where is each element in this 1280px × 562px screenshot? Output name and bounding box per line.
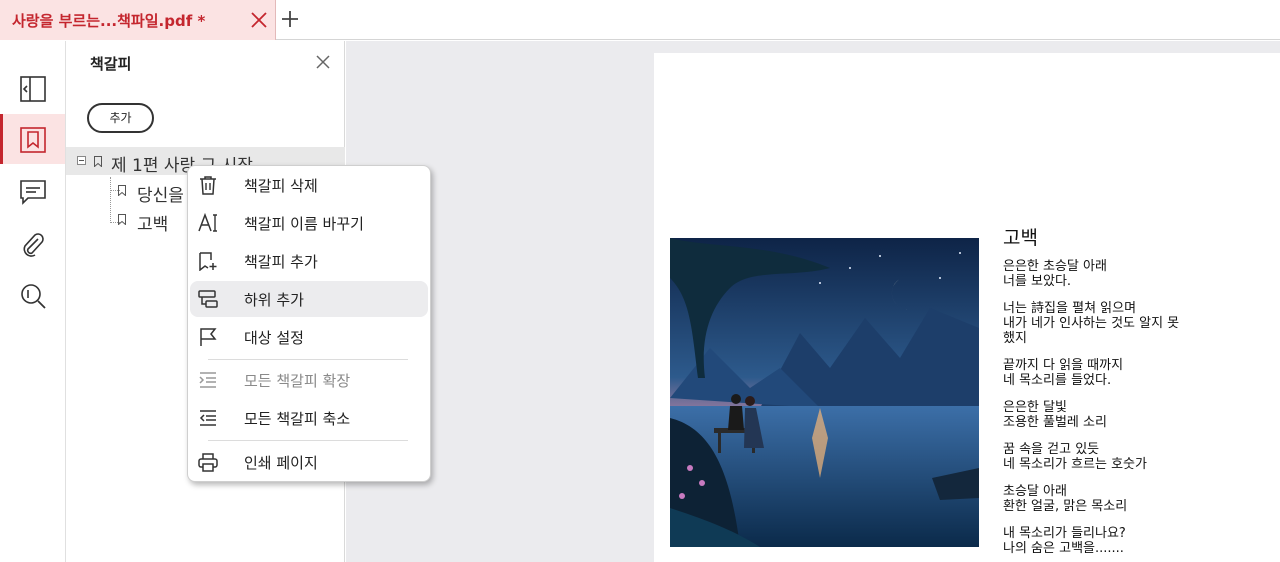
search-panel-button[interactable]: [0, 270, 65, 320]
paperclip-icon: [23, 233, 44, 257]
menu-item-collapse-all[interactable]: 모든 책갈피 축소: [190, 400, 428, 436]
menu-separator: [208, 359, 408, 360]
comment-panel-button[interactable]: [0, 166, 65, 216]
poem-text: 고백 은은한 초승달 아래 너를 보았다. 너는 詩집을 펼쳐 읽으며 내가 네…: [1003, 223, 1273, 562]
menu-item-label: 책갈피 이름 바꾸기: [244, 215, 364, 233]
trash-icon: [200, 176, 216, 195]
menu-item-label: 모든 책갈피 축소: [244, 410, 351, 428]
pdf-page: 고백 은은한 초승달 아래 너를 보았다. 너는 詩집을 펼쳐 읽으며 내가 네…: [654, 53, 1280, 562]
poem-line: 끝까지 다 읽을 때까지: [1003, 358, 1124, 373]
close-panel-icon[interactable]: [314, 53, 332, 71]
poem-line: 했지: [1003, 331, 1027, 346]
bookmark-item-icon: [118, 185, 126, 196]
poem-line: 초승달 아래: [1003, 484, 1067, 499]
poem-line: 네 목소리가 흐르는 호숫가: [1003, 457, 1147, 472]
close-tab-icon[interactable]: [249, 10, 269, 30]
menu-item-label: 하위 추가: [244, 291, 304, 309]
poem-line: 은은한 초승달 아래: [1003, 259, 1107, 274]
add-child-icon: [198, 290, 218, 308]
add-bookmark-button[interactable]: 추가: [87, 103, 154, 133]
poem-line: 네 목소리를 들었다.: [1003, 373, 1112, 388]
bookmark-icon: [20, 127, 46, 153]
menu-item-label: 모든 책갈피 확장: [244, 372, 351, 390]
menu-item-expand-all[interactable]: 모든 책갈피 확장: [190, 362, 428, 398]
flag-icon: [200, 328, 217, 346]
menu-item-print-page[interactable]: 인쇄 페이지: [190, 444, 428, 480]
comment-icon: [20, 180, 46, 205]
menu-item-add-bookmark[interactable]: 책갈피 추가: [190, 243, 428, 279]
pdf-viewer-window: 사랑을 부르는...책파일.pdf * 책갈피 추가 제 1편 사랑 그 시작 …: [0, 0, 1280, 562]
menu-item-label: 대상 설정: [244, 329, 304, 347]
poem-stanza: 초승달 아래 환한 얼굴, 맑은 목소리: [1003, 484, 1273, 514]
poem-stanza: 너는 詩집을 펼쳐 읽으며 내가 네가 인사하는 것도 알지 못 했지: [1003, 301, 1273, 346]
bookmark-panel-button[interactable]: [0, 114, 65, 164]
poem-line: 내 목소리가 들리나요?: [1003, 526, 1126, 541]
poem-line: 내가 네가 인사하는 것도 알지 못: [1003, 316, 1180, 331]
collapse-toggle-icon[interactable]: [77, 156, 86, 165]
bookmark-label: 고백: [137, 215, 169, 235]
lakeside-couple-illustration: [670, 238, 979, 547]
document-viewport[interactable]: 고백 은은한 초승달 아래 너를 보았다. 너는 詩집을 펼쳐 읽으며 내가 네…: [346, 41, 1280, 562]
poem-line: 은은한 달빛: [1003, 400, 1067, 415]
menu-item-label: 책갈피 삭제: [244, 177, 318, 195]
poem-line: 너를 보았다.: [1003, 274, 1072, 289]
poem-stanza: 꿈 속을 걷고 있듯 네 목소리가 흐르는 호숫가: [1003, 442, 1273, 472]
bookmark-item-icon: [94, 156, 102, 167]
menu-item-rename-bookmark[interactable]: 책갈피 이름 바꾸기: [190, 205, 428, 241]
poem-stanza: 끝까지 다 읽을 때까지 네 목소리를 들었다.: [1003, 358, 1273, 388]
poem-stanza: 은은한 초승달 아래 너를 보았다.: [1003, 259, 1273, 289]
menu-item-set-destination[interactable]: 대상 설정: [190, 319, 428, 355]
thumbnail-panel-button[interactable]: [0, 63, 65, 113]
panel-title: 책갈피: [90, 55, 132, 73]
tab-bar: 사랑을 부르는...책파일.pdf *: [0, 0, 1280, 40]
poem-line: 조용한 풀벌레 소리: [1003, 415, 1107, 430]
rename-icon: [198, 213, 217, 232]
menu-item-add-child[interactable]: 하위 추가: [190, 281, 428, 317]
poem-stanza: 은은한 달빛 조용한 풀벌레 소리: [1003, 400, 1273, 430]
panel-toggle-icon: [20, 76, 46, 102]
menu-item-label: 책갈피 추가: [244, 253, 318, 271]
poem-line: 너는 詩집을 펼쳐 읽으며: [1003, 301, 1137, 316]
poem-line: 꿈 속을 걷고 있듯: [1003, 442, 1100, 457]
bookmark-add-icon: [199, 252, 217, 271]
poem-stanza: 내 목소리가 들리나요? 나의 숨은 고백을.......: [1003, 526, 1273, 556]
new-tab-plus-icon[interactable]: [280, 9, 300, 29]
document-tab[interactable]: 사랑을 부르는...책파일.pdf *: [0, 0, 276, 40]
collapse-all-icon: [199, 410, 216, 426]
expand-all-icon: [199, 372, 216, 388]
bookmark-label: 당신을: [137, 186, 184, 206]
poem-line: 환한 얼굴, 맑은 목소리: [1003, 499, 1128, 514]
bookmark-context-menu: 책갈피 삭제 책갈피 이름 바꾸기 책갈피 추가 하위 추가 대상 설정 모든 …: [187, 165, 431, 482]
search-icon: [21, 284, 46, 309]
print-icon: [198, 453, 218, 472]
poem-line: 나의 숨은 고백을.......: [1003, 541, 1124, 556]
menu-separator: [208, 440, 408, 441]
bookmark-item-icon: [118, 214, 126, 225]
attachment-panel-button[interactable]: [0, 218, 65, 268]
tab-title: 사랑을 부르는...책파일.pdf *: [12, 12, 206, 30]
menu-item-label: 인쇄 페이지: [244, 454, 318, 472]
left-tool-rail: [0, 41, 66, 562]
poem-title: 고백: [1003, 227, 1038, 249]
menu-item-delete-bookmark[interactable]: 책갈피 삭제: [190, 167, 428, 203]
